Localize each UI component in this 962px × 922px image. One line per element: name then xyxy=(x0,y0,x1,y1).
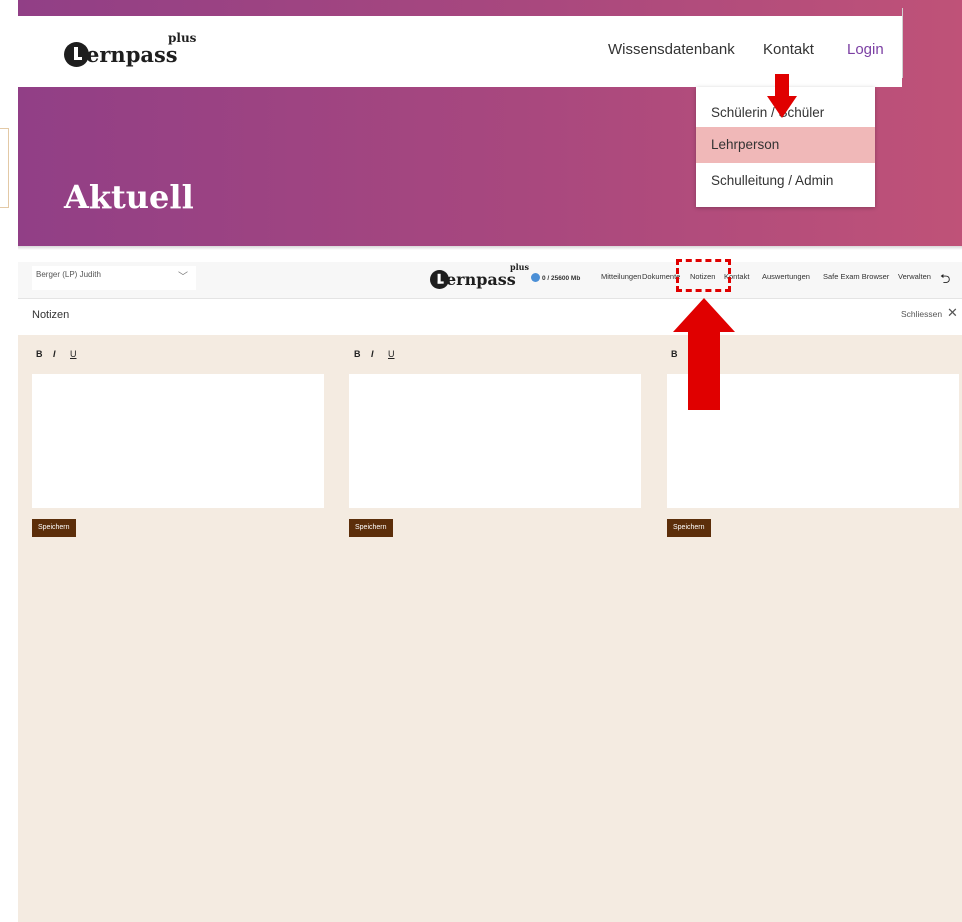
logo-suffix: plus xyxy=(510,262,529,272)
logout-icon[interactable]: ⮌ xyxy=(940,270,950,292)
close-button[interactable]: Schliessen xyxy=(901,309,942,319)
nav-wissensdatenbank[interactable]: Wissensdatenbank xyxy=(608,41,735,58)
nav-auswertungen[interactable]: Auswertungen xyxy=(762,272,810,281)
nav-safe-exam-browser[interactable]: Safe Exam Browser xyxy=(823,272,889,281)
nav-login[interactable]: Login xyxy=(847,41,884,58)
storage-usage: 0 / 25600 Mb xyxy=(542,275,581,282)
italic-button[interactable]: I xyxy=(371,349,374,359)
note-editor-1[interactable] xyxy=(32,374,324,508)
app-logo[interactable]: ernpass plus xyxy=(430,262,529,292)
notes-title: Notizen xyxy=(32,309,70,321)
arrow-down-annotation xyxy=(767,74,797,118)
login-option-admin[interactable]: Schulleitung / Admin xyxy=(696,163,875,199)
note-editor-2[interactable] xyxy=(349,374,641,508)
header-divider xyxy=(902,8,903,78)
storage-icon xyxy=(531,273,540,282)
arrow-up-annotation xyxy=(673,298,735,410)
logo-text: ernpass xyxy=(446,270,516,289)
italic-button[interactable]: I xyxy=(53,349,56,359)
highlight-box-annotation xyxy=(676,259,731,292)
underline-button[interactable]: U xyxy=(388,349,395,359)
user-select-value: Berger (LP) Judith xyxy=(36,270,101,279)
nav-kontakt[interactable]: Kontakt xyxy=(763,41,814,58)
save-button[interactable]: Speichern xyxy=(349,519,393,537)
logo-suffix: plus xyxy=(168,31,197,45)
screenshot-separator xyxy=(18,246,962,250)
page-title: Aktuell xyxy=(64,178,194,216)
save-button[interactable]: Speichern xyxy=(667,519,711,537)
login-option-lehrperson[interactable]: Lehrperson xyxy=(696,127,875,163)
save-button[interactable]: Speichern xyxy=(32,519,76,537)
underline-button[interactable]: U xyxy=(70,349,77,359)
nav-mitteilungen[interactable]: Mitteilungen xyxy=(601,272,641,281)
bold-button[interactable]: B xyxy=(36,349,43,359)
nav-verwalten[interactable]: Verwalten xyxy=(898,272,931,281)
notes-header xyxy=(18,298,962,335)
nav-dokumente[interactable]: Dokumente xyxy=(642,272,680,281)
site-logo[interactable]: ernpass plus xyxy=(64,31,204,70)
chevron-down-icon: ﹀ xyxy=(178,272,188,283)
logo-text: ernpass xyxy=(86,42,178,67)
close-icon[interactable]: ✕ xyxy=(947,306,958,319)
partial-frame xyxy=(0,128,9,208)
bold-button[interactable]: B xyxy=(354,349,361,359)
